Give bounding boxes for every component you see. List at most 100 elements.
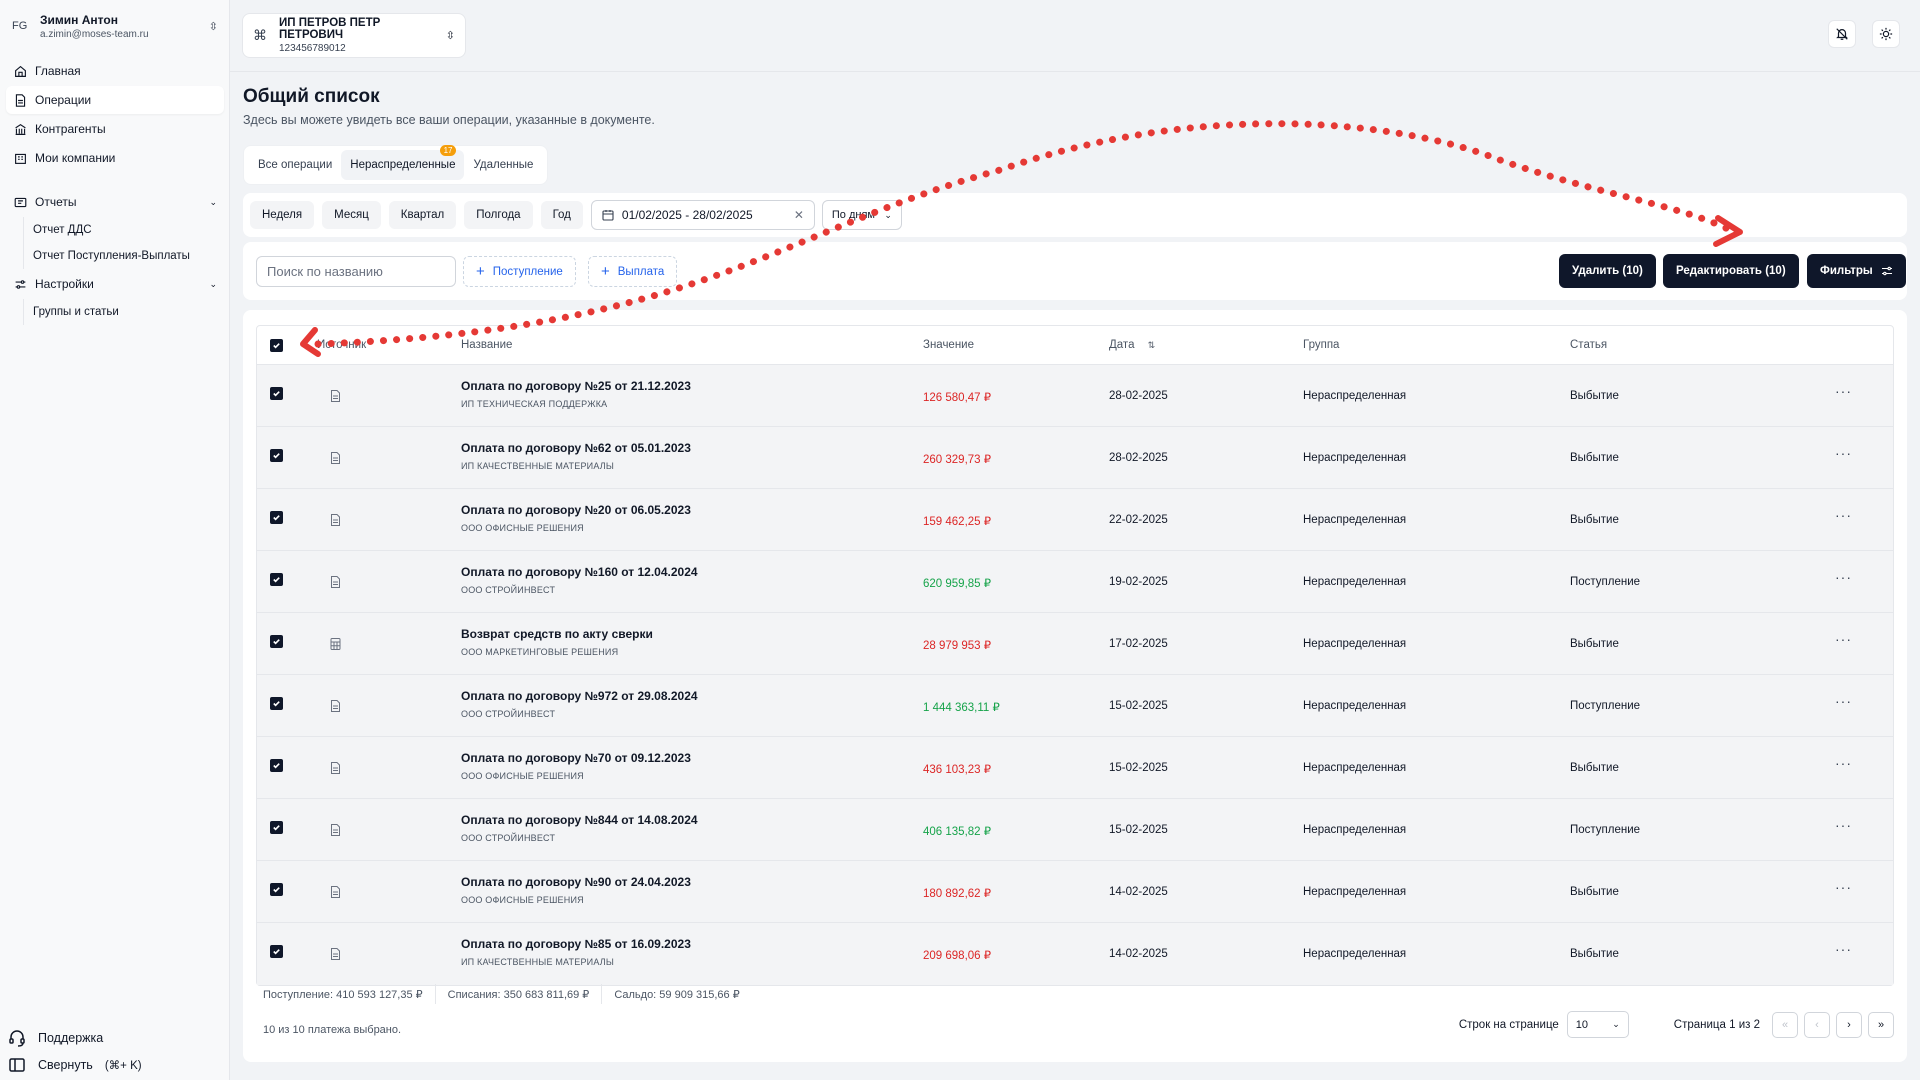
date-range-picker[interactable]: 01/02/2025 - 28/02/2025 ✕ — [590, 200, 815, 230]
prev-page-button[interactable]: ‹ — [1804, 1011, 1830, 1038]
more-options-icon[interactable]: ··· — [1835, 693, 1852, 709]
collapse-sidebar-button[interactable]: Свернуть (⌘+ K) — [0, 1051, 230, 1078]
more-options-icon[interactable]: ··· — [1835, 507, 1852, 523]
period-half-year-button[interactable]: Полгода — [464, 201, 533, 229]
operation-group: Нераспределенная — [1303, 886, 1407, 898]
period-quarter-button[interactable]: Квартал — [388, 201, 457, 229]
company-switcher[interactable]: ⌘ ИП ПЕТРОВ ПЕТР ПЕТРОВИЧ 123456789012 ⇳ — [242, 13, 466, 58]
main-nav: Главная Операции Контрагенты Мои компани… — [0, 56, 230, 325]
page-subtitle: Здесь вы можете увидеть все ваши операци… — [243, 113, 655, 127]
operation-group: Нераспределенная — [1303, 762, 1407, 774]
last-page-button[interactable]: » — [1868, 1011, 1894, 1038]
row-checkbox[interactable] — [270, 573, 283, 586]
add-income-label: Поступление — [492, 265, 563, 278]
add-payment-button[interactable]: + Выплата — [588, 256, 678, 287]
notifications-button[interactable] — [1828, 20, 1856, 48]
table-row[interactable]: Оплата по договору №90 от 24.04.2023 ООО… — [257, 861, 1893, 923]
more-options-icon[interactable]: ··· — [1835, 445, 1852, 461]
first-page-button[interactable]: « — [1772, 1011, 1798, 1038]
more-options-icon[interactable]: ··· — [1835, 941, 1852, 957]
counterparty-name: ООО СТРОЙИНВЕСТ — [461, 709, 556, 719]
nav-item-settings[interactable]: Настройки ⌄ — [6, 270, 224, 298]
clear-icon[interactable]: ✕ — [794, 208, 804, 222]
select-all-checkbox[interactable] — [270, 339, 283, 352]
operation-date: 28-02-2025 — [1109, 390, 1168, 402]
table-row[interactable]: Оплата по договору №160 от 12.04.2024 ОО… — [257, 551, 1893, 613]
table-row[interactable]: Оплата по договору №85 от 16.09.2023 ИП … — [257, 923, 1893, 985]
tab-deleted[interactable]: Удаленные — [464, 150, 542, 180]
plus-icon: + — [476, 263, 485, 280]
table-body: Оплата по договору №25 от 21.12.2023 ИП … — [257, 365, 1893, 985]
column-header-date[interactable]: Дата ⇅ — [1109, 339, 1155, 351]
row-checkbox[interactable] — [270, 635, 283, 648]
row-checkbox[interactable] — [270, 759, 283, 772]
nav-item-counterparties[interactable]: Контрагенты — [6, 115, 224, 143]
counterparty-name: ИП КАЧЕСТВЕННЫЕ МАТЕРИАЛЫ — [461, 461, 614, 471]
totals-summary: Поступление: 410 593 127,35 ₽ Списания: … — [263, 984, 740, 1004]
date-header-label: Дата — [1109, 339, 1135, 351]
delete-button[interactable]: Удалить (10) — [1559, 254, 1656, 288]
filters-button[interactable]: Фильтры — [1807, 254, 1906, 288]
table-row[interactable]: Оплата по договору №20 от 06.05.2023 ООО… — [257, 489, 1893, 551]
more-options-icon[interactable]: ··· — [1835, 755, 1852, 771]
sidebar-toggle-icon — [9, 1057, 25, 1072]
document-icon — [330, 762, 341, 777]
period-year-button[interactable]: Год — [540, 201, 583, 229]
nav-item-companies[interactable]: Мои компании — [6, 144, 224, 172]
grouping-select[interactable]: По дням ⌄ — [821, 200, 902, 230]
document-icon — [330, 948, 341, 963]
period-month-button[interactable]: Месяц — [322, 201, 381, 229]
more-options-icon[interactable]: ··· — [1835, 569, 1852, 585]
collapse-shortcut: (⌘+ K) — [104, 1059, 142, 1072]
more-options-icon[interactable]: ··· — [1835, 817, 1852, 833]
operation-group: Нераспределенная — [1303, 576, 1407, 588]
tab-unassigned[interactable]: Нераспределенные 17 — [341, 145, 465, 180]
table-row[interactable]: Оплата по договору №70 от 09.12.2023 ООО… — [257, 737, 1893, 799]
edit-button[interactable]: Редактировать (10) — [1663, 254, 1799, 288]
document-icon — [330, 886, 341, 901]
row-checkbox[interactable] — [270, 387, 283, 400]
row-checkbox[interactable] — [270, 449, 283, 462]
user-switcher[interactable]: FG Зимин Антон a.zimin@moses-team.ru ⇳ — [0, 0, 230, 52]
more-options-icon[interactable]: ··· — [1835, 383, 1852, 399]
theme-toggle-button[interactable] — [1872, 20, 1900, 48]
row-checkbox[interactable] — [270, 511, 283, 524]
chevron-down-icon: ⌄ — [1612, 1019, 1620, 1029]
check-icon — [273, 453, 280, 459]
operation-value: 1 444 363,11 ₽ — [923, 702, 1000, 714]
operation-date: 15-02-2025 — [1109, 762, 1168, 774]
table-row[interactable]: Оплата по договору №25 от 21.12.2023 ИП … — [257, 365, 1893, 427]
check-icon — [273, 887, 280, 893]
next-page-button[interactable]: › — [1836, 1011, 1862, 1038]
company-inn: 123456789012 — [279, 43, 346, 54]
nav-item-operations[interactable]: Операции — [6, 86, 224, 114]
more-options-icon[interactable]: ··· — [1835, 631, 1852, 647]
table-row[interactable]: Оплата по договору №844 от 14.08.2024 ОО… — [257, 799, 1893, 861]
topbar: ⌘ ИП ПЕТРОВ ПЕТР ПЕТРОВИЧ 123456789012 ⇳ — [230, 0, 1920, 72]
support-link[interactable]: Поддержка — [0, 1024, 230, 1051]
chevron-down-icon: ⌄ — [209, 196, 217, 207]
row-checkbox[interactable] — [270, 945, 283, 958]
nav-item-label: Операции — [35, 93, 92, 107]
rows-per-page-select[interactable]: 10 ⌄ — [1566, 1011, 1629, 1038]
command-icon: ⌘ — [253, 27, 267, 43]
table-row[interactable]: Оплата по договору №972 от 29.08.2024 ОО… — [257, 675, 1893, 737]
operations-table: Источник Название Значение Дата ⇅ Группа… — [256, 325, 1894, 986]
add-income-button[interactable]: + Поступление — [463, 256, 576, 287]
nav-subitem-report-flows[interactable]: Отчет Поступления-Выплаты — [23, 243, 230, 269]
row-checkbox[interactable] — [270, 821, 283, 834]
table-row[interactable]: Оплата по договору №62 от 05.01.2023 ИП … — [257, 427, 1893, 489]
operation-value: 28 979 953 ₽ — [923, 640, 992, 652]
more-options-icon[interactable]: ··· — [1835, 879, 1852, 895]
tab-all[interactable]: Все операции — [249, 150, 341, 180]
nav-subitem-groups[interactable]: Группы и статьи — [23, 299, 230, 325]
period-week-button[interactable]: Неделя — [250, 201, 315, 229]
nav-item-reports[interactable]: Отчеты ⌄ — [6, 188, 224, 216]
row-checkbox[interactable] — [270, 883, 283, 896]
search-input[interactable] — [256, 256, 456, 287]
nav-item-home[interactable]: Главная — [6, 57, 224, 85]
row-checkbox[interactable] — [270, 697, 283, 710]
nav-subitem-report-dds[interactable]: Отчет ДДС — [23, 217, 230, 243]
table-row[interactable]: Возврат средств по акту сверки ООО МАРКЕ… — [257, 613, 1893, 675]
operation-value: 126 580,47 ₽ — [923, 392, 992, 404]
